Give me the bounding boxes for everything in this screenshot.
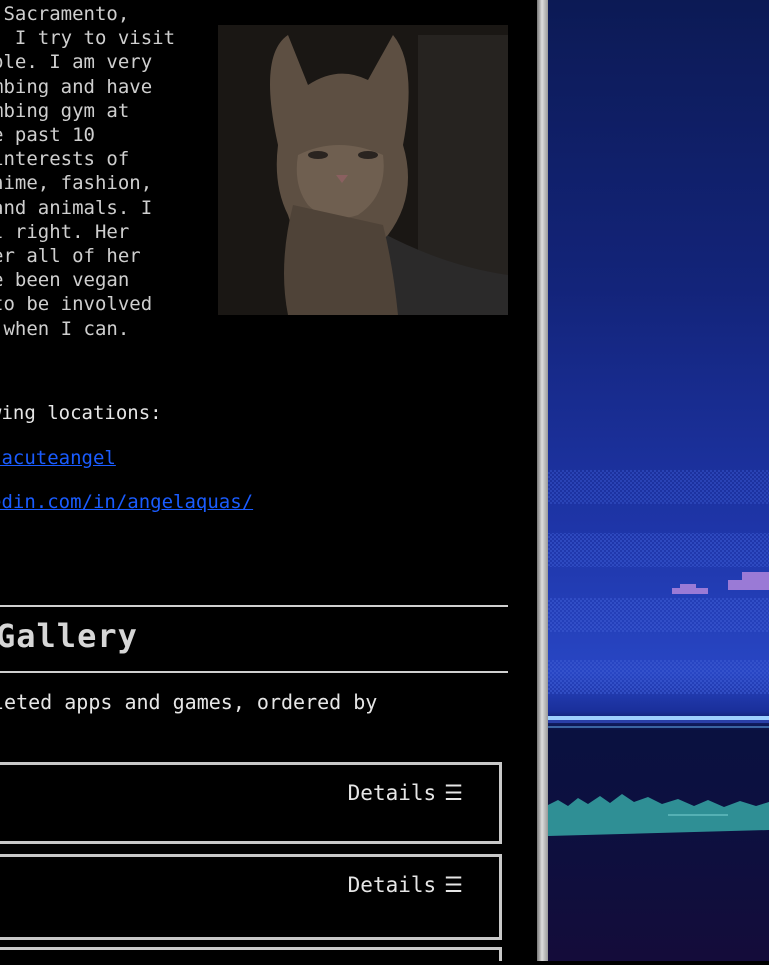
bio-line: Sacramento,	[0, 3, 130, 25]
section-divider-bottom	[0, 671, 508, 673]
gallery-title: Gallery	[0, 617, 138, 655]
details-button[interactable]: Details ☰	[348, 781, 463, 805]
bio-line: and animals. I	[0, 196, 153, 219]
about-panel: Sacramento, . I try to visit ple. I am v…	[0, 0, 537, 961]
menu-icon: ☰	[444, 781, 463, 805]
cat-photo	[218, 25, 508, 315]
bio-line: ple. I am very	[0, 51, 153, 74]
gallery-description: leted apps and games, ordered by	[0, 690, 378, 714]
bio-line: mbing and have	[0, 75, 153, 98]
details-button[interactable]: Details ☰	[348, 873, 463, 897]
bio-line: when I can.	[0, 317, 130, 340]
details-label: Details	[347, 873, 437, 897]
gallery-card: Details ☰	[0, 762, 502, 844]
cat-illustration	[218, 25, 508, 315]
cloud-shape	[728, 580, 769, 590]
bio-line: e been vegan	[0, 269, 130, 292]
bio-line: er all of her	[0, 245, 141, 268]
bio-line: interests of	[0, 148, 130, 171]
bio-line: to be involved	[0, 293, 153, 316]
pixel-art-background	[548, 0, 769, 961]
cloud-shape	[672, 588, 708, 594]
social-link[interactable]: /acuteangel	[0, 447, 116, 469]
bio-line: . I try to visit	[0, 27, 176, 50]
pixel-scene	[548, 470, 769, 836]
profile-intro: wing locations:	[0, 402, 162, 424]
hills-shape	[548, 794, 769, 836]
linkedin-link[interactable]: edin.com/in/angelaquas/	[0, 491, 253, 513]
bio-paragraph: Sacramento, . I try to visit ple. I am v…	[0, 2, 192, 341]
bio-line: e past 10	[0, 124, 95, 147]
menu-icon: ☰	[444, 873, 463, 897]
bio-line: mbing gym at	[0, 99, 130, 122]
bio-line: nime, fashion,	[0, 172, 153, 195]
scroll-divider	[537, 0, 548, 961]
details-label: Details	[347, 781, 437, 805]
bio-line: l right. Her	[0, 220, 130, 243]
gallery-card	[0, 947, 502, 961]
section-divider-top	[0, 605, 508, 607]
gallery-card: Details ☰	[0, 854, 502, 940]
